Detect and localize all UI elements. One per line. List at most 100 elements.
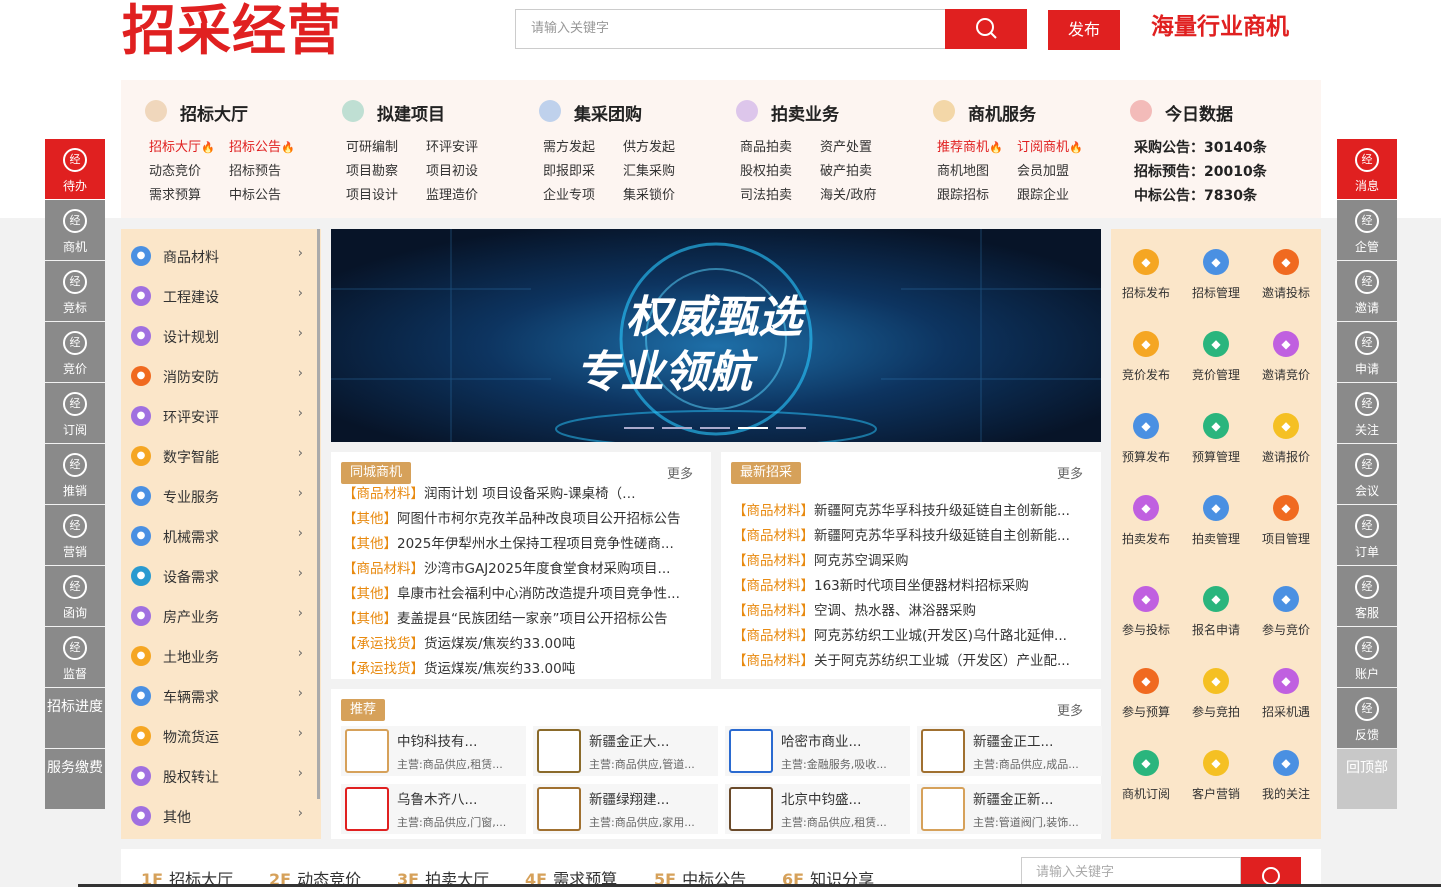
menu-link[interactable]: 可研编制 — [346, 136, 426, 160]
menu-link[interactable]: 项目设计 — [346, 184, 426, 208]
menu-link[interactable]: 供方发起 — [623, 136, 703, 160]
side-left_side-1[interactable]: 经商机 — [45, 200, 105, 260]
category-item[interactable]: ● 消防安防 › — [131, 356, 311, 396]
quick-action[interactable]: ◆ 项目管理 — [1251, 495, 1321, 555]
news-item[interactable]: 【商品材料】空调、热水器、淋浴器采购 — [733, 599, 1073, 624]
scrollbar[interactable] — [317, 229, 320, 799]
recommend-more-link[interactable]: 更多 — [1057, 700, 1083, 719]
side-left_side-9[interactable]: 招标进度 — [45, 688, 105, 748]
side-right_side-7[interactable]: 经客服 — [1337, 566, 1397, 626]
company-card[interactable]: 新疆金正大... 主营:商品供应,管道... — [533, 726, 718, 776]
category-item[interactable]: ● 设计规划 › — [131, 316, 311, 356]
side-left_side-7[interactable]: 经函询 — [45, 566, 105, 626]
floor-search-input[interactable]: 请输入关键字 — [1021, 857, 1241, 887]
company-card[interactable]: 新疆金正工... 主营:商品供应,成品... — [917, 726, 1102, 776]
side-right_side-9[interactable]: 经反馈 — [1337, 688, 1397, 748]
news-item[interactable]: 【其他】阜康市社会福利中心消防改造提升项目竞争性... — [343, 582, 683, 607]
menu-link[interactable]: 商品拍卖 — [740, 136, 820, 160]
company-card[interactable]: 新疆金正新... 主营:管道阀门,装饰... — [917, 784, 1102, 834]
side-right_side-4[interactable]: 经关注 — [1337, 383, 1397, 443]
menu-link[interactable]: 项目初设 — [426, 160, 506, 184]
menu-link[interactable]: 司法拍卖 — [740, 184, 820, 208]
company-card[interactable]: 中钧科技有... 主营:商品供应,租赁... — [341, 726, 526, 776]
category-item[interactable]: ● 工程建设 › — [131, 276, 311, 316]
news-item[interactable]: 【商品材料】关于阿克苏纺织工业城（开发区）产业配... — [733, 649, 1073, 674]
menu-link[interactable]: 招标预告 — [229, 160, 309, 184]
menu-link[interactable]: 跟踪招标 — [937, 184, 1017, 208]
quick-action[interactable]: ◆ 参与预算 — [1111, 668, 1181, 728]
menu-link[interactable]: 需方发起 — [543, 136, 623, 160]
news-item[interactable]: 【商品材料】新疆阿克苏华孚科技升级延链自主创新能... — [733, 499, 1073, 524]
quick-action[interactable]: ◆ 邀请竞价 — [1251, 331, 1321, 391]
menu-link[interactable]: 监理造价 — [426, 184, 506, 208]
side-left_side-10[interactable]: 服务缴费 — [45, 749, 105, 809]
category-item[interactable]: ● 专业服务 › — [131, 476, 311, 516]
company-card[interactable]: 北京中钧盛... 主营:商品供应,租赁... — [725, 784, 910, 834]
side-left_side-5[interactable]: 经推销 — [45, 444, 105, 504]
company-card[interactable]: 新疆绿翔建... 主营:商品供应,家用... — [533, 784, 718, 834]
news-item[interactable]: 【商品材料】阿克苏纺织工业城(开发区)乌什路北延伸... — [733, 624, 1073, 649]
news-item[interactable]: 【承运找货】货运煤炭/焦炭约33.00吨 — [343, 657, 683, 679]
latest-more-link[interactable]: 更多 — [1057, 463, 1083, 482]
category-item[interactable]: ● 环评安评 › — [131, 396, 311, 436]
side-right_side-0[interactable]: 经消息 — [1337, 139, 1397, 199]
news-item[interactable]: 【商品材料】润雨计划 项目设备采购-课桌椅（… — [343, 482, 683, 507]
menu-link[interactable]: 资产处置 — [820, 136, 900, 160]
news-item[interactable]: 【商品材料】沙湾市GAJ2025年度食堂食材采购项目... — [343, 557, 683, 582]
menu-link[interactable]: 跟踪企业 — [1017, 184, 1097, 208]
company-card[interactable]: 哈密市商业... 主营:金融服务,吸收... — [725, 726, 910, 776]
menu-link[interactable]: 订阅商机🔥 — [1017, 136, 1097, 160]
local-more-link[interactable]: 更多 — [667, 463, 693, 482]
menu-link[interactable]: 招标大厅🔥 — [149, 136, 229, 160]
side-left_side-8[interactable]: 经监督 — [45, 627, 105, 687]
news-item[interactable]: 【承运找货】货运煤炭/焦炭约33.00吨 — [343, 632, 683, 657]
side-right_side-6[interactable]: 经订单 — [1337, 505, 1397, 565]
menu-link[interactable]: 商机地图 — [937, 160, 1017, 184]
menu-link[interactable]: 动态竞价 — [149, 160, 229, 184]
menu-link[interactable]: 需求预算 — [149, 184, 229, 208]
company-card[interactable]: 乌鲁木齐八... 主营:商品供应,门窗,... — [341, 784, 526, 834]
quick-action[interactable]: ◆ 邀请报价 — [1251, 413, 1321, 473]
quick-action[interactable]: ◆ 商机订阅 — [1111, 750, 1181, 810]
quick-action[interactable]: ◆ 邀请投标 — [1251, 249, 1321, 309]
category-item[interactable]: ● 其他 › — [131, 796, 311, 836]
news-item[interactable]: 【商品材料】163新时代项目坐便器材料招标采购 — [733, 574, 1073, 599]
banner-carousel[interactable]: 权威甄选 专业领航 — [331, 229, 1101, 442]
menu-link[interactable]: 环评安评 — [426, 136, 506, 160]
category-item[interactable]: ● 物流货运 › — [131, 716, 311, 756]
quick-action[interactable]: ◆ 拍卖管理 — [1181, 495, 1251, 555]
quick-action[interactable]: ◆ 拍卖发布 — [1111, 495, 1181, 555]
quick-action[interactable]: ◆ 竞价管理 — [1181, 331, 1251, 391]
side-right_side-1[interactable]: 经企管 — [1337, 200, 1397, 260]
side-left_side-4[interactable]: 经订阅 — [45, 383, 105, 443]
category-item[interactable]: ● 设备需求 › — [131, 556, 311, 596]
side-right_side-10[interactable]: 回顶部 — [1337, 749, 1397, 809]
side-left_side-6[interactable]: 经营销 — [45, 505, 105, 565]
news-item[interactable]: 【商品材料】新疆阿克苏华孚科技升级延链自主创新能... — [733, 524, 1073, 549]
category-item[interactable]: ● 商品材料 › — [131, 236, 311, 276]
news-item[interactable]: 【商品材料】阿克苏空调采购 — [733, 549, 1073, 574]
quick-action[interactable]: ◆ 报名申请 — [1181, 586, 1251, 646]
publish-button[interactable]: 发布 — [1048, 10, 1120, 50]
search-input[interactable]: 请输入关键字 — [515, 9, 945, 49]
menu-link[interactable]: 推荐商机🔥 — [937, 136, 1017, 160]
side-left_side-0[interactable]: 经待办 — [45, 139, 105, 199]
quick-action[interactable]: ◆ 预算管理 — [1181, 413, 1251, 473]
quick-action[interactable]: ◆ 参与投标 — [1111, 586, 1181, 646]
category-item[interactable]: ● 房产业务 › — [131, 596, 311, 636]
site-logo[interactable]: 招采经营 — [122, 0, 342, 60]
menu-link[interactable]: 股权拍卖 — [740, 160, 820, 184]
quick-action[interactable]: ◆ 参与竞价 — [1251, 586, 1321, 646]
menu-link[interactable]: 中标公告 — [229, 184, 309, 208]
side-right_side-3[interactable]: 经申请 — [1337, 322, 1397, 382]
quick-action[interactable]: ◆ 参与竞拍 — [1181, 668, 1251, 728]
category-item[interactable]: ● 机械需求 › — [131, 516, 311, 556]
quick-action[interactable]: ◆ 招采机遇 — [1251, 668, 1321, 728]
side-right_side-8[interactable]: 经账户 — [1337, 627, 1397, 687]
quick-action[interactable]: ◆ 预算发布 — [1111, 413, 1181, 473]
side-right_side-5[interactable]: 经会议 — [1337, 444, 1397, 504]
side-left_side-2[interactable]: 经竞标 — [45, 261, 105, 321]
side-right_side-2[interactable]: 经邀请 — [1337, 261, 1397, 321]
category-item[interactable]: ● 数字智能 › — [131, 436, 311, 476]
quick-action[interactable]: ◆ 招标发布 — [1111, 249, 1181, 309]
